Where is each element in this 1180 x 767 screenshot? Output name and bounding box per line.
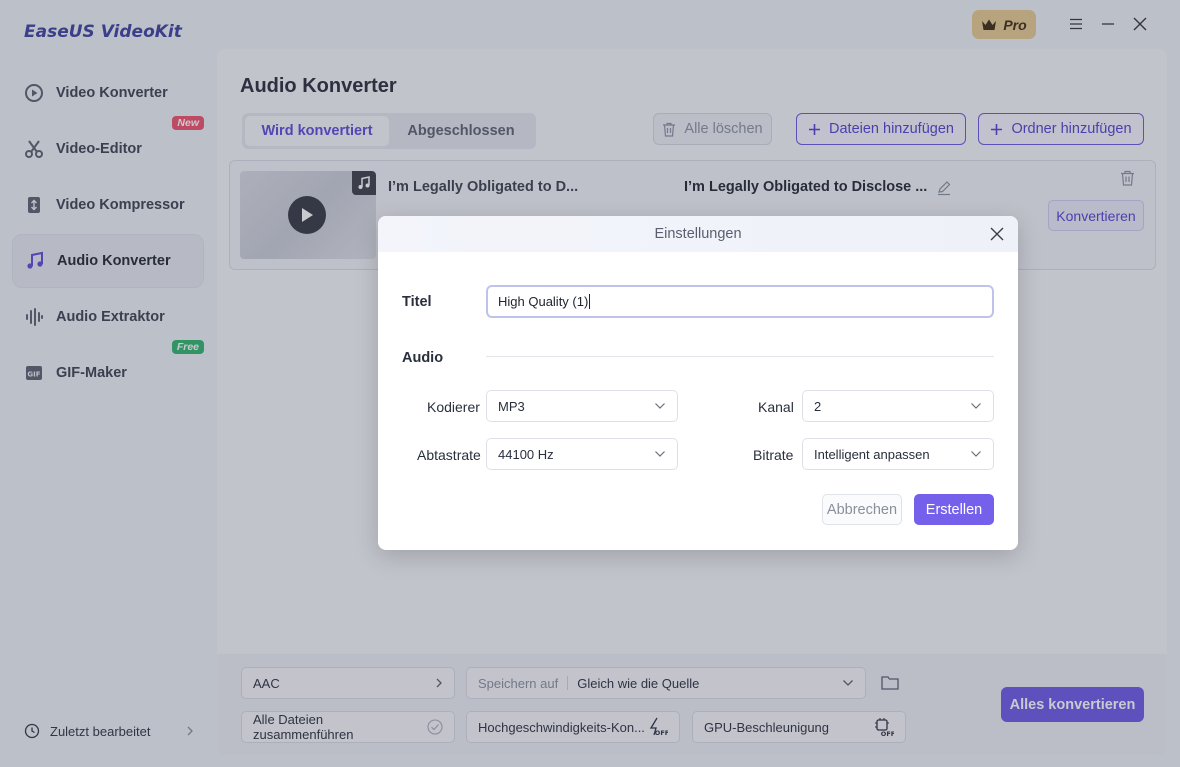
bitrate-value: Intelligent anpassen: [814, 446, 930, 462]
title-input-value: High Quality (1): [498, 294, 589, 309]
dialog-header: Einstellungen: [378, 216, 1018, 252]
samplerate-select[interactable]: 44100 Hz: [486, 438, 678, 470]
chevron-down-icon: [971, 403, 981, 409]
dialog-title: Einstellungen: [654, 226, 742, 242]
settings-dialog: Einstellungen Titel High Quality (1) Aud…: [378, 216, 1018, 550]
chevron-down-icon: [655, 451, 665, 457]
encoder-value: MP3: [498, 398, 525, 414]
title-input[interactable]: High Quality (1): [486, 285, 994, 318]
bitrate-select[interactable]: Intelligent anpassen: [802, 438, 994, 470]
text-caret: [589, 294, 591, 309]
encoder-select[interactable]: MP3: [486, 390, 678, 422]
audio-section-heading: Audio: [402, 350, 444, 366]
bitrate-label: Bitrate: [753, 447, 794, 463]
section-divider: [486, 356, 994, 357]
close-icon[interactable]: [988, 225, 1006, 243]
title-label: Titel: [402, 294, 432, 310]
chevron-down-icon: [971, 451, 981, 457]
encoder-label: Kodierer: [427, 399, 480, 415]
channel-select[interactable]: 2: [802, 390, 994, 422]
cancel-button[interactable]: Abbrechen: [822, 494, 902, 525]
create-button[interactable]: Erstellen: [914, 494, 994, 525]
samplerate-value: 44100 Hz: [498, 446, 554, 462]
chevron-down-icon: [655, 403, 665, 409]
channel-label: Kanal: [758, 399, 794, 415]
samplerate-label: Abtastrate: [417, 447, 481, 463]
channel-value: 2: [814, 398, 822, 414]
